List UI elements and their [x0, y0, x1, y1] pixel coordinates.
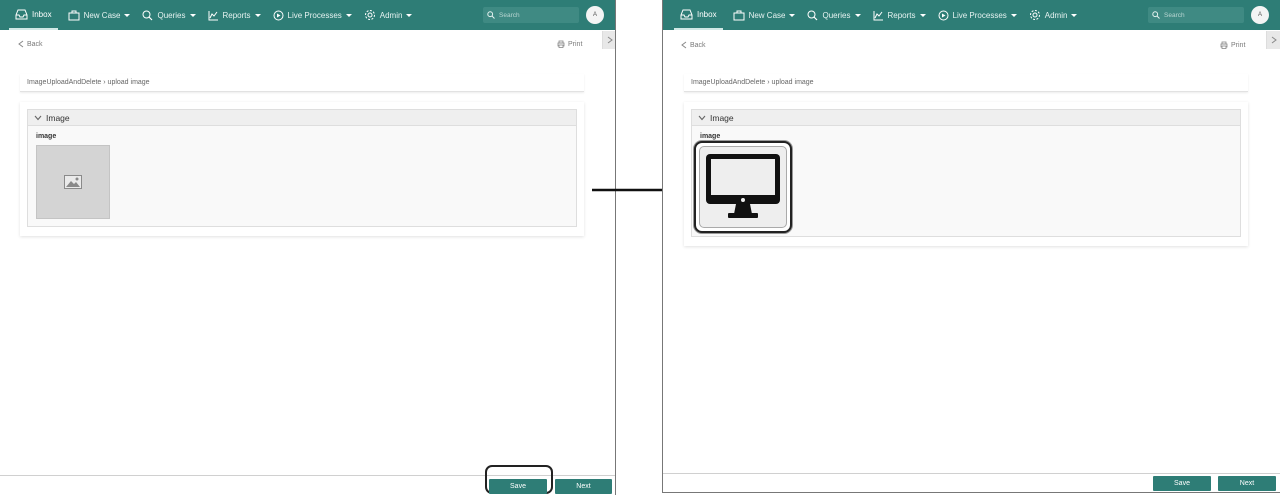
chevron-right-icon [607, 36, 613, 44]
nav-reports[interactable]: Reports [867, 0, 932, 30]
image-upload-field[interactable] [36, 145, 110, 219]
section-title: Image [710, 112, 734, 123]
chevron-right-icon [1271, 36, 1277, 44]
screen-after: Inbox New Case Queries Reports Live Proc… [662, 0, 1280, 493]
top-navigation: Inbox New Case Queries Reports Live Proc… [0, 0, 615, 30]
image-placeholder-icon [64, 175, 82, 189]
print-link[interactable]: Print [557, 40, 582, 48]
nav-live-processes[interactable]: Live Processes [932, 0, 1023, 30]
reports-icon [873, 10, 883, 20]
nav-reports-label: Reports [887, 10, 916, 20]
next-button[interactable]: Next [1218, 476, 1276, 491]
reports-icon [208, 10, 218, 20]
breadcrumb: ImageUploadAndDelete › upload image [20, 74, 584, 92]
breadcrumb: ImageUploadAndDelete › upload image [684, 74, 1248, 92]
chevron-down-icon [254, 13, 261, 17]
print-label: Print [568, 40, 583, 48]
form-card: Image image [20, 102, 584, 236]
nav-queries-label: Queries [822, 10, 851, 20]
chevron-down-icon [406, 13, 413, 17]
image-section-header[interactable]: Image [692, 110, 1240, 126]
search-icon [487, 11, 495, 19]
chevron-down-icon [189, 13, 196, 17]
screen-before: Inbox New Case Queries Reports Live Proc… [0, 0, 616, 495]
new-case-icon [68, 10, 80, 20]
image-field-label: image [700, 133, 721, 140]
chevron-down-icon [789, 13, 796, 17]
next-button[interactable]: Next [555, 479, 612, 494]
image-field-label: image [36, 133, 57, 140]
save-button[interactable]: Save [489, 479, 547, 494]
uploaded-image-frame [699, 146, 787, 228]
image-section: Image image [27, 109, 577, 227]
chevron-down-icon [345, 13, 352, 17]
nav-live-processes-label: Live Processes [287, 10, 342, 20]
inbox-icon [15, 9, 28, 19]
search-input[interactable]: Search [1148, 7, 1244, 23]
print-link[interactable]: Print [1220, 41, 1245, 49]
chevron-down-icon [124, 13, 131, 17]
nav-queries-label: Queries [157, 10, 186, 20]
nav-reports[interactable]: Reports [202, 0, 267, 30]
collapse-panel-tab[interactable] [1266, 31, 1280, 49]
nav-inbox-label: Inbox [32, 9, 52, 19]
section-title: Image [46, 112, 70, 123]
search-placeholder: Search [499, 11, 520, 19]
collapse-panel-tab[interactable] [602, 31, 615, 49]
nav-admin-label: Admin [1044, 10, 1068, 20]
nav-inbox[interactable]: Inbox [9, 0, 58, 30]
chevron-down-icon [854, 13, 861, 17]
live-processes-icon [938, 10, 949, 20]
chevron-down-icon [698, 115, 706, 120]
search-input[interactable]: Search [483, 7, 579, 23]
image-section-header[interactable]: Image [28, 110, 576, 126]
form-card: Image image [684, 102, 1248, 246]
chevron-down-icon [1010, 13, 1017, 17]
back-label: Back [690, 41, 706, 49]
back-label: Back [27, 40, 43, 48]
new-case-icon [733, 10, 745, 20]
gear-icon [1029, 10, 1040, 20]
chevron-down-icon [1071, 13, 1078, 17]
nav-admin[interactable]: Admin [1023, 0, 1084, 30]
chevron-left-icon [681, 41, 687, 49]
print-label: Print [1231, 41, 1246, 49]
printer-icon [557, 40, 565, 48]
back-link[interactable]: Back [681, 41, 706, 49]
gear-icon [364, 10, 375, 20]
nav-queries[interactable]: Queries [136, 0, 201, 30]
search-icon [1152, 11, 1160, 19]
uploaded-image[interactable] [694, 141, 792, 233]
chevron-down-icon [34, 115, 42, 120]
nav-admin[interactable]: Admin [358, 0, 419, 30]
monitor-icon [706, 154, 780, 218]
nav-new-case[interactable]: New Case [727, 0, 802, 30]
nav-live-processes-label: Live Processes [952, 10, 1007, 20]
nav-new-case-label: New Case [748, 10, 786, 20]
chevron-left-icon [18, 40, 24, 48]
image-section: Image image [691, 109, 1241, 237]
nav-reports-label: Reports [222, 10, 251, 20]
printer-icon [1220, 41, 1228, 49]
nav-queries[interactable]: Queries [801, 0, 866, 30]
chevron-down-icon [919, 13, 926, 17]
top-navigation: Inbox New Case Queries Reports Live Proc… [663, 0, 1280, 30]
avatar[interactable]: A [1251, 6, 1269, 24]
nav-inbox-label: Inbox [697, 9, 717, 19]
search-icon [807, 10, 818, 20]
search-icon [142, 10, 153, 20]
nav-inbox[interactable]: Inbox [674, 0, 723, 30]
search-placeholder: Search [1164, 11, 1185, 19]
back-link[interactable]: Back [18, 40, 43, 48]
inbox-icon [680, 9, 693, 19]
save-button[interactable]: Save [1153, 476, 1211, 491]
nav-new-case-label: New Case [83, 10, 121, 20]
nav-admin-label: Admin [379, 10, 403, 20]
avatar[interactable]: A [586, 6, 604, 24]
nav-new-case[interactable]: New Case [62, 0, 137, 30]
live-processes-icon [273, 10, 284, 20]
nav-live-processes[interactable]: Live Processes [267, 0, 358, 30]
